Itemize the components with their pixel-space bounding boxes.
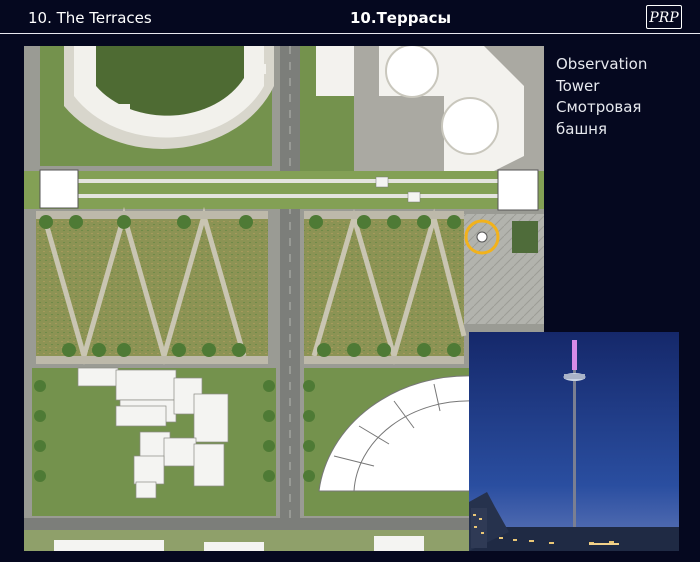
prp-logo: PRP — [646, 5, 682, 29]
central-road — [280, 46, 300, 551]
label-line-ru-2: башня — [556, 119, 607, 138]
header-divider — [0, 33, 700, 34]
site-plan-image — [24, 46, 544, 551]
header-title-english: 10. The Terraces — [28, 9, 152, 27]
tower-photo — [469, 332, 679, 551]
header-title-russian: 10.Террасы — [350, 9, 452, 27]
promenade — [24, 169, 544, 211]
terraces-left — [36, 206, 268, 366]
observation-tower-label: Observation Tower Смотровая башня — [556, 54, 696, 140]
label-line-en-1: Observation — [556, 55, 648, 73]
label-line-ru-1: Смотровая — [556, 98, 642, 116]
top-left-block — [40, 46, 274, 166]
prp-logo-text: PRP — [648, 10, 679, 26]
label-line-en-2: Tower — [556, 76, 600, 95]
top-right-block — [300, 46, 544, 171]
lower-left-block — [32, 367, 276, 516]
